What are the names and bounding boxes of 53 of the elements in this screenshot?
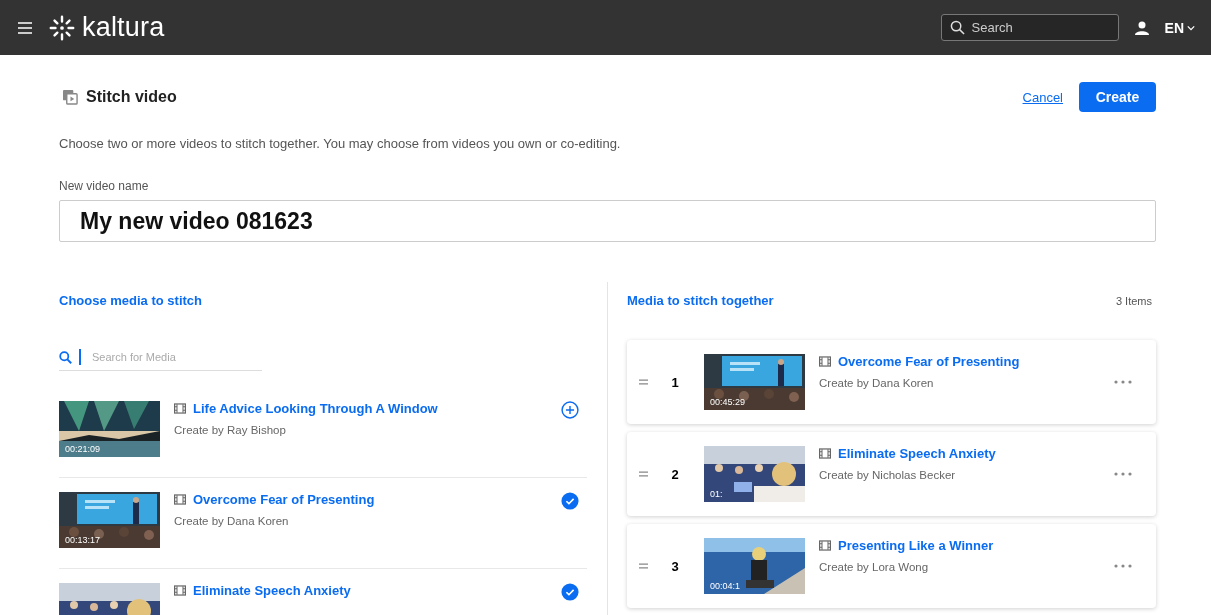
media-title-link[interactable]: Overcome Fear of Presenting (838, 354, 1020, 369)
film-icon (819, 540, 831, 551)
film-icon (174, 403, 186, 414)
add-icon[interactable] (561, 401, 579, 419)
page-title: Stitch video (86, 88, 177, 106)
order-number: 2 (670, 466, 680, 482)
caret-icon (1187, 24, 1195, 31)
create-button[interactable]: Create (1079, 82, 1156, 112)
creator-text: Create by Dana Koren (174, 515, 290, 527)
order-number: 1 (670, 374, 680, 390)
cancel-link[interactable]: Cancel (1022, 89, 1063, 105)
video-icon (63, 89, 78, 105)
duration-label: 00:45:29 (710, 397, 746, 407)
section-heading: Media to stitch together (627, 293, 774, 308)
order-number: 3 (670, 558, 680, 574)
item-count: 3 Items (1115, 295, 1152, 307)
more-icon[interactable] (1114, 564, 1132, 568)
drag-handle-icon[interactable] (639, 563, 648, 569)
sparkle-logo-icon (48, 13, 76, 42)
video-name-field[interactable]: My new video 081623 (59, 200, 1156, 242)
creator-text: Create by Ray Bishop (174, 424, 287, 436)
film-icon (174, 585, 186, 596)
drag-handle-icon[interactable] (639, 471, 648, 477)
duration-label: 01: (710, 489, 723, 499)
check-icon[interactable] (561, 583, 579, 601)
creator-text: Create by Dana Koren (819, 377, 935, 389)
field-label: New video name (59, 179, 150, 193)
menu-icon[interactable] (18, 21, 32, 34)
logo-text: kaltura (82, 12, 165, 43)
media-title-link[interactable]: Presenting Like a Winner (838, 538, 994, 553)
description-text: Choose two or more videos to stitch together. You may choose from videos you own or co-editing. (59, 136, 622, 151)
drag-handle-icon[interactable] (639, 379, 648, 385)
film-icon (174, 494, 186, 505)
language-dropdown[interactable]: EN (1164, 19, 1195, 36)
section-heading: Choose media to stitch (59, 293, 204, 308)
search-icon (59, 351, 72, 364)
creator-text: Create by Nicholas Becker (819, 469, 957, 481)
search-field[interactable]: Search (940, 14, 1119, 41)
duration-label: 00:04:1 (710, 581, 741, 591)
film-icon (819, 448, 831, 459)
duration-label: 00:13:17 (65, 535, 101, 545)
creator-text: Create by Lora Wong (819, 561, 930, 573)
duration-label: 00:21:09 (65, 444, 101, 454)
more-icon[interactable] (1114, 380, 1132, 384)
user-icon[interactable] (1134, 20, 1149, 35)
media-title-link[interactable]: Life Advice Looking Through A Window (193, 401, 438, 416)
check-icon[interactable] (561, 492, 579, 510)
search-icon (949, 20, 965, 35)
media-title-link[interactable]: Eliminate Speech Anxiety (193, 583, 351, 598)
more-icon[interactable] (1114, 472, 1132, 476)
film-icon (819, 356, 831, 367)
media-title-link[interactable]: Overcome Fear of Presenting (193, 492, 375, 507)
media-title-link[interactable]: Eliminate Speech Anxiety (838, 446, 996, 461)
